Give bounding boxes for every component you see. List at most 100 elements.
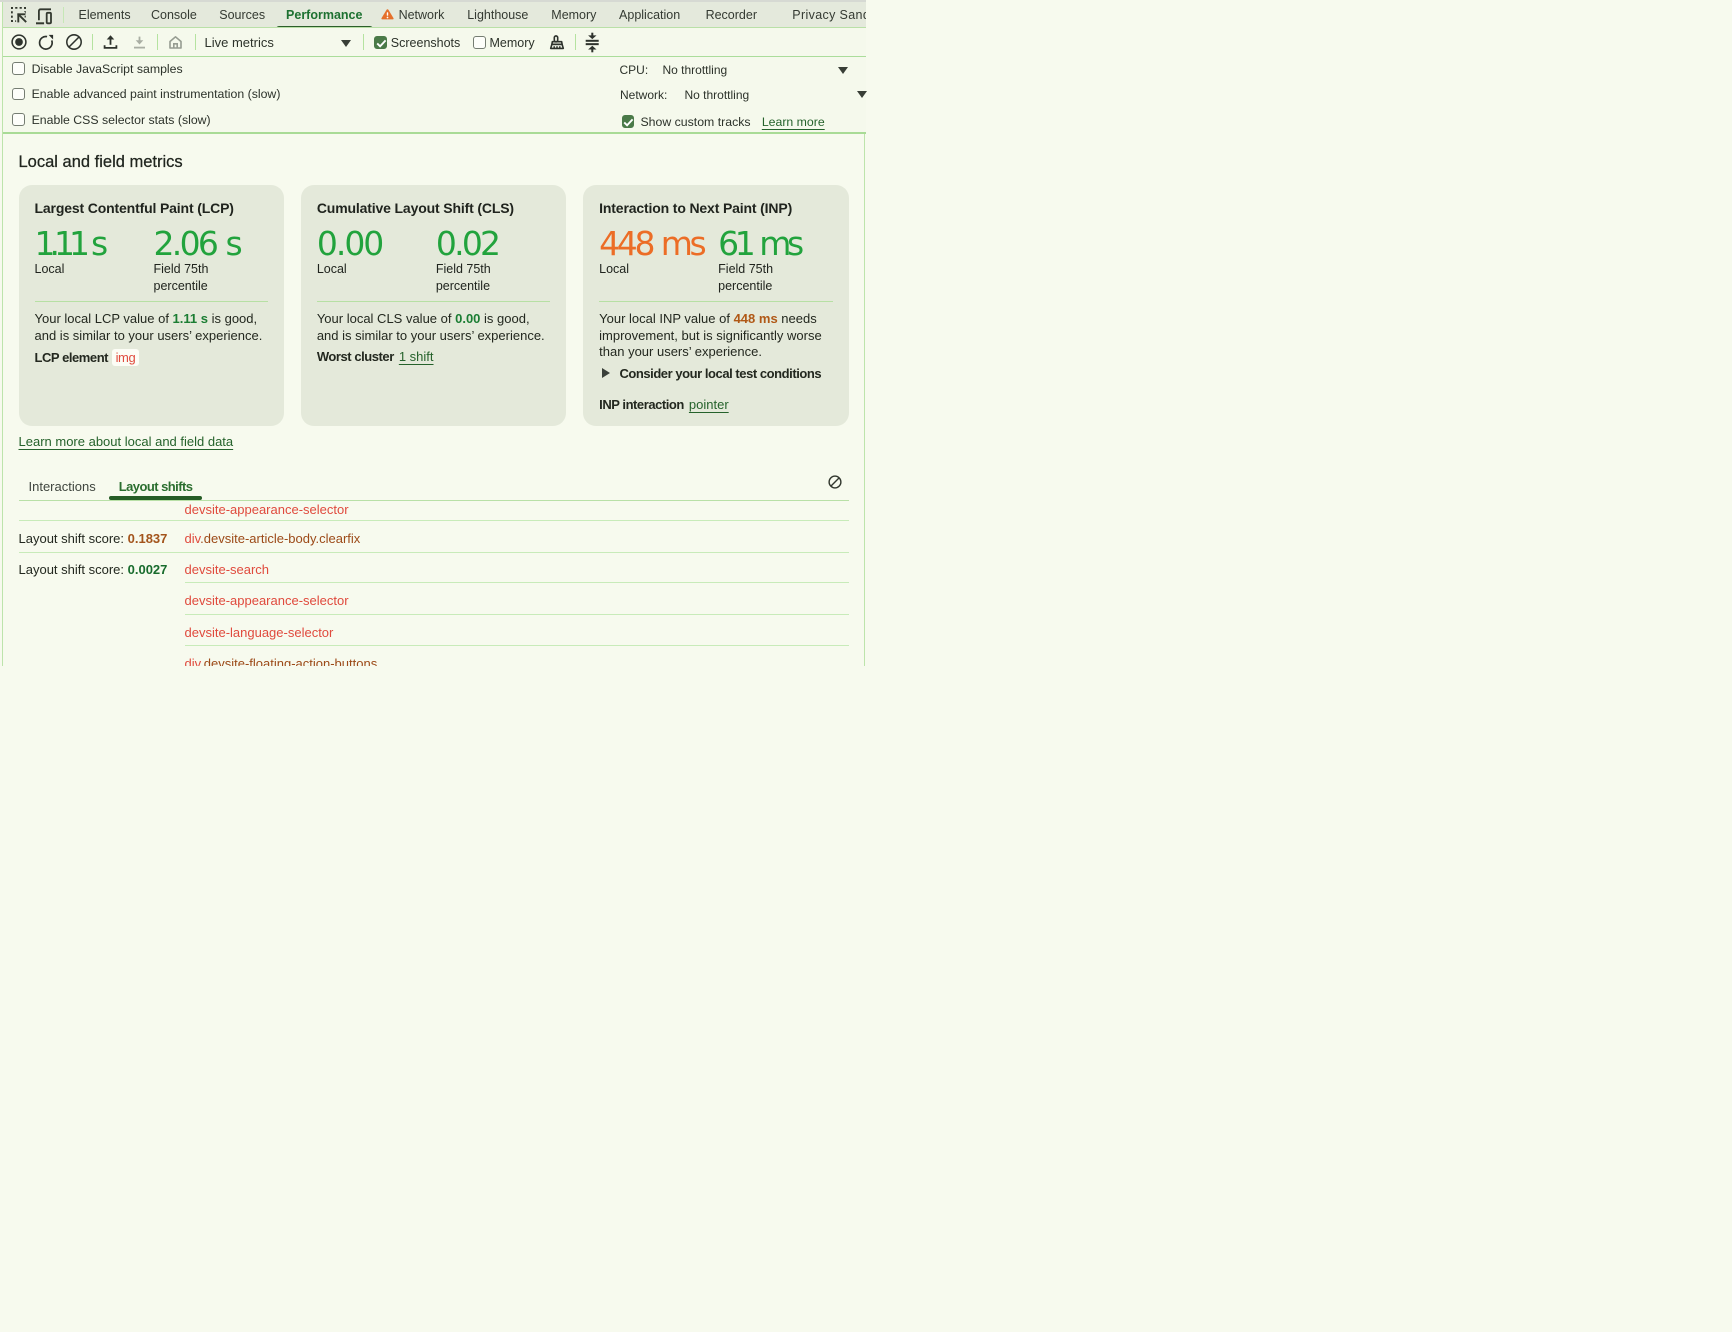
desc-prefix: Your local INP value of: [599, 311, 733, 326]
tab-layout-shifts[interactable]: Layout shifts: [109, 474, 203, 500]
worst-cluster-link[interactable]: 1 shift: [399, 349, 434, 364]
settings-checkbox-row[interactable]: Enable advanced paint instrumentation (s…: [12, 87, 280, 101]
tab-memory[interactable]: Memory: [541, 2, 607, 27]
warning-icon: [381, 9, 394, 20]
clear-log-icon: [828, 475, 842, 489]
score-value: 0.1837: [128, 531, 168, 546]
panel-left-border: [2, 2, 3, 666]
cpu-dropdown-arrow[interactable]: [838, 67, 848, 74]
checkbox[interactable]: [12, 88, 25, 101]
layout-shift-rows: devsite-appearance-selector Layout shift…: [19, 501, 849, 667]
lcp-local-value: 1.11 s: [35, 226, 154, 261]
layout-shift-score-cell: Layout shift score: 0.1837: [19, 531, 185, 552]
tab-label: Performance: [286, 8, 362, 22]
selector-tag: div: [185, 656, 201, 667]
screenshots-checkbox-row[interactable]: Screenshots: [374, 36, 460, 50]
record-button[interactable]: [10, 33, 28, 51]
selector-tag: div: [185, 531, 201, 546]
network-throttling-select[interactable]: No throttling: [685, 88, 750, 102]
reload-record-button[interactable]: [37, 33, 55, 51]
lcp-element-label: LCP element: [35, 350, 109, 365]
tab-performance[interactable]: Performance: [276, 2, 373, 27]
tab-console[interactable]: Console: [141, 2, 208, 27]
settings-checkbox-row[interactable]: Enable CSS selector stats (slow): [12, 113, 210, 127]
settings-checkbox-row[interactable]: Disable JavaScript samples: [12, 62, 182, 76]
toolbar-divider: [363, 34, 364, 49]
lcp-element-node-link[interactable]: img: [112, 349, 139, 366]
checkbox[interactable]: [12, 62, 25, 75]
inp-interaction-link[interactable]: pointer: [689, 397, 729, 412]
tab-label: Console: [151, 8, 197, 22]
record-icon: [10, 33, 28, 51]
card-divider: [599, 301, 832, 302]
tab-recorder[interactable]: Recorder: [695, 2, 767, 27]
memory-checkbox[interactable]: [473, 36, 486, 49]
tab-interactions[interactable]: Interactions: [19, 474, 109, 500]
layout-shift-selector-cell: devsite-appearance-selector: [185, 502, 849, 520]
show-custom-tracks-row[interactable]: Show custom tracks Learn more: [622, 115, 825, 129]
cpu-throttling-select[interactable]: No throttling: [663, 63, 728, 77]
toolbar-divider: [92, 34, 93, 49]
desc-prefix: Your local CLS value of: [317, 311, 455, 326]
cls-field-label: Field 75th percentile: [436, 261, 531, 294]
toggle-device-toolbar-button[interactable]: [30, 3, 56, 27]
download-icon: [131, 34, 148, 51]
inspect-icon: [11, 7, 27, 23]
field-data-learn-more-link[interactable]: Learn more about local and field data: [19, 434, 234, 449]
clear-log-button[interactable]: [828, 475, 842, 489]
inp-card: Interaction to Next Paint (INP) 448 ms L…: [583, 185, 848, 426]
layout-shift-selector-cell: div.devsite-floating-action-buttons: [185, 656, 849, 667]
layout-shift-row[interactable]: devsite-appearance-selector: [19, 501, 849, 521]
screenshots-checkbox[interactable]: [374, 36, 387, 49]
collapse-button[interactable]: [583, 32, 599, 53]
cls-field-value: 0.02: [436, 226, 550, 261]
tab-application[interactable]: Application: [609, 2, 691, 27]
toolbar-divider: [575, 34, 576, 49]
layout-shift-row[interactable]: Layout shift score: 0.1837 div.devsite-a…: [19, 521, 849, 553]
layout-shift-selector-cell: div.devsite-article-body.clearfix: [185, 531, 849, 552]
panel-tabs: Elements Console Sources: [69, 2, 866, 27]
live-metrics-select[interactable]: Live metrics: [205, 35, 274, 50]
toolbar-divider: [157, 34, 158, 49]
live-metrics-dropdown-arrow[interactable]: [341, 40, 351, 47]
selector-tag: devsite-appearance-selector: [185, 502, 349, 517]
network-dropdown-arrow[interactable]: [857, 91, 867, 98]
tab-lighthouse[interactable]: Lighthouse: [457, 2, 539, 27]
tab-label: Lighthouse: [467, 8, 528, 22]
layout-shift-row[interactable]: devsite-language-selector: [19, 615, 849, 646]
cpu-label: CPU:: [620, 63, 649, 77]
gc-button[interactable]: [549, 35, 565, 50]
tab-elements[interactable]: Elements: [68, 2, 141, 27]
selector-tag: devsite-language-selector: [185, 625, 334, 640]
lcp-card: Largest Contentful Paint (LCP) 1.11 s Lo…: [19, 185, 284, 426]
lcp-card-title: Largest Contentful Paint (LCP): [35, 200, 268, 216]
inp-interaction-row: INP interaction pointer: [599, 397, 729, 412]
upload-icon: [102, 34, 119, 51]
lcp-local-label: Local: [35, 261, 130, 278]
inp-field-label: Field 75th percentile: [718, 261, 813, 294]
tab-privacy-sandbox[interactable]: Privacy Sandbox: [782, 2, 866, 27]
layout-shift-row[interactable]: div.devsite-floating-action-buttons: [19, 646, 849, 667]
lcp-element-row: LCP element img: [35, 349, 139, 366]
memory-checkbox-row[interactable]: Memory: [473, 36, 535, 50]
checkbox[interactable]: [12, 113, 25, 126]
download-profile-button[interactable]: [130, 33, 148, 51]
inspect-element-button[interactable]: [6, 3, 32, 27]
home-button[interactable]: [166, 33, 184, 51]
tab-sources[interactable]: Sources: [209, 2, 276, 27]
settings-checkbox-label: Disable JavaScript samples: [32, 62, 183, 76]
desc-value: 448 ms: [734, 311, 778, 326]
tab-network[interactable]: Network: [370, 2, 455, 27]
custom-tracks-learn-more-link[interactable]: Learn more: [762, 115, 825, 129]
layout-shift-row[interactable]: Layout shift score: 0.0027 devsite-searc…: [19, 553, 849, 584]
clear-button[interactable]: [65, 33, 83, 51]
upload-profile-button[interactable]: [101, 33, 119, 51]
cls-card: Cumulative Layout Shift (CLS) 0.00 Local…: [301, 185, 566, 426]
home-icon: [167, 34, 184, 51]
brush-icon: [549, 35, 565, 50]
show-custom-tracks-checkbox[interactable]: [622, 115, 634, 127]
check-icon: [376, 39, 387, 48]
inp-test-conditions-disclosure[interactable]: Consider your local test conditions: [599, 366, 821, 381]
layout-shift-row[interactable]: devsite-appearance-selector: [19, 583, 849, 615]
cls-local-value: 0.00: [317, 226, 436, 261]
